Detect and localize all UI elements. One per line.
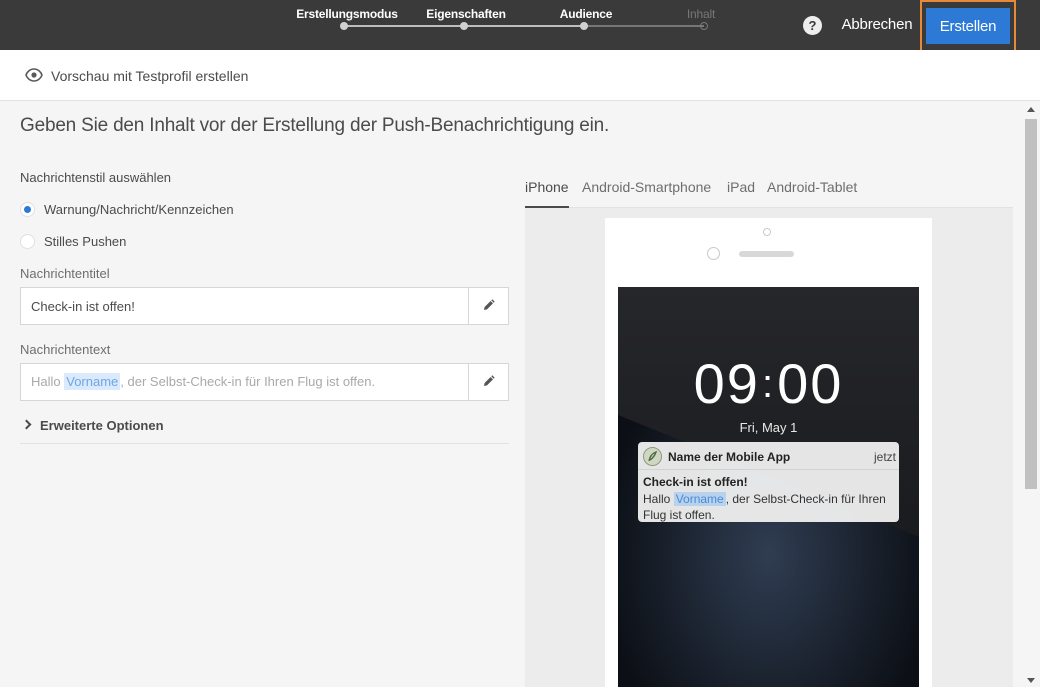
edit-text-button[interactable]: [468, 364, 508, 400]
personalization-token-firstname[interactable]: Vorname: [64, 373, 121, 390]
push-notification-preview: Name der Mobile App jetzt Check-in ist o…: [638, 442, 899, 522]
scroll-thumb[interactable]: [1025, 119, 1037, 489]
page-title: Geben Sie den Inhalt vor der Erstellung …: [20, 115, 610, 136]
eye-icon[interactable]: [25, 68, 43, 82]
step-dot-eigenschaften[interactable]: [460, 22, 468, 30]
tab-iphone[interactable]: iPhone: [525, 179, 569, 208]
phone-front-camera-icon: [707, 247, 720, 260]
radio-silent[interactable]: [20, 234, 35, 249]
advanced-options-toggle[interactable]: Erweiterte Optionen: [20, 416, 509, 444]
tab-android-tablet[interactable]: Android-Tablet: [767, 179, 857, 208]
tab-android-smartphone[interactable]: Android-Smartphone: [582, 179, 711, 208]
radio-alert-checked[interactable]: [20, 202, 35, 217]
message-text-suffix: , der Selbst-Check-in für Ihren Flug ist…: [120, 374, 376, 389]
notification-body-prefix: Hallo: [643, 492, 674, 506]
iphone-mockup: 09:00 Fri, May 1 Name der Mobile App jet…: [605, 218, 932, 687]
step-label-erstellungsmodus[interactable]: Erstellungsmodus: [296, 7, 398, 21]
radio-alert-label: Warnung/Nachricht/Kennzeichen: [44, 202, 234, 217]
tab-ipad[interactable]: iPad: [727, 179, 755, 208]
message-text-label: Nachrichtentext: [20, 342, 111, 357]
scroll-down-arrow-icon[interactable]: [1027, 678, 1035, 683]
message-text-value[interactable]: Hallo Vorname, der Selbst-Check-in für I…: [31, 373, 375, 390]
notification-body: Hallo Vorname, der Selbst-Check-in für I…: [643, 491, 895, 523]
wizard-steps: Erstellungsmodus Eigenschaften Audience …: [296, 0, 715, 50]
step-dot-audience[interactable]: [580, 22, 588, 30]
preview-toolbar: Vorschau mit Testprofil erstellen: [0, 50, 1040, 101]
message-title-label: Nachrichtentitel: [20, 266, 110, 281]
help-button[interactable]: ?: [803, 16, 822, 35]
scroll-up-arrow-icon[interactable]: [1027, 107, 1035, 112]
step-remaining-line: [587, 25, 704, 27]
notification-app-name: Name der Mobile App: [668, 450, 791, 464]
create-button-highlight: Erstellen: [920, 0, 1016, 52]
radio-silent-label: Stilles Pushen: [44, 234, 127, 249]
advanced-options-label: Erweiterte Optionen: [40, 418, 164, 433]
clock-minutes: 00: [777, 352, 844, 415]
step-label-inhalt: Inhalt: [686, 7, 716, 21]
step-dot-erstellungsmodus[interactable]: [340, 22, 348, 30]
preview-with-test-profile-link[interactable]: Vorschau mit Testprofil erstellen: [51, 68, 248, 84]
notification-header: Name der Mobile App jetzt: [638, 442, 899, 470]
notification-time: jetzt: [873, 450, 896, 464]
message-style-label: Nachrichtenstil auswählen: [20, 170, 172, 185]
notification-token-firstname: Vorname: [673, 492, 726, 506]
lock-screen-clock: 09:00: [618, 351, 919, 416]
step-label-eigenschaften[interactable]: Eigenschaften: [426, 7, 506, 21]
lock-screen-date: Fri, May 1: [739, 420, 798, 435]
phone-camera-icon: [763, 228, 771, 236]
message-title-value[interactable]: Check-in ist offen!: [31, 299, 135, 314]
message-text-field[interactable]: Hallo Vorname, der Selbst-Check-in für I…: [20, 363, 509, 401]
radio-option-alert[interactable]: Warnung/Nachricht/Kennzeichen: [20, 200, 280, 218]
message-text-prefix: Hallo: [31, 374, 65, 389]
notification-title: Check-in ist offen!: [643, 475, 748, 489]
top-bar: Erstellungsmodus Eigenschaften Audience …: [0, 0, 1040, 52]
vertical-scrollbar[interactable]: [1022, 101, 1040, 687]
device-tabs: iPhone Android-Smartphone iPad Android-T…: [525, 176, 1013, 208]
app-icon: [643, 447, 662, 466]
cancel-button[interactable]: Abbrechen: [838, 0, 916, 50]
lock-screen: 09:00 Fri, May 1 Name der Mobile App jet…: [618, 287, 919, 687]
edit-title-button[interactable]: [468, 288, 508, 324]
pencil-icon: [484, 375, 495, 386]
chevron-right-icon: [21, 419, 32, 430]
step-dot-inhalt: [700, 22, 708, 30]
clock-separator: :: [761, 362, 776, 406]
radio-option-silent[interactable]: Stilles Pushen: [20, 232, 180, 250]
message-title-field[interactable]: Check-in ist offen!: [20, 287, 509, 325]
pencil-icon: [484, 299, 495, 310]
step-label-audience[interactable]: Audience: [560, 7, 613, 21]
phone-speaker: [739, 251, 794, 257]
clock-hours: 09: [693, 352, 760, 415]
create-button[interactable]: Erstellen: [926, 8, 1010, 44]
